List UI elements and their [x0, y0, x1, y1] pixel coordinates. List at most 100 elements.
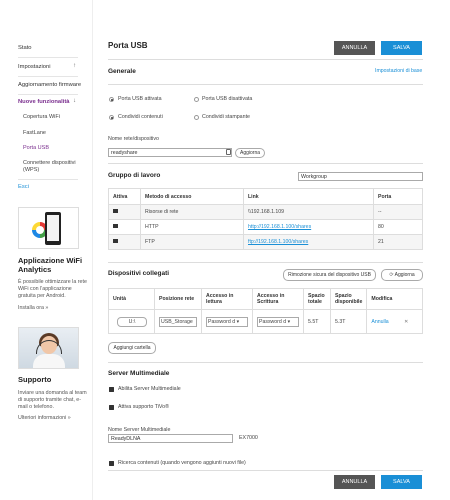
checkbox[interactable] — [113, 238, 118, 244]
rescan-label: Ricerca contenuti (quando vengono aggiun… — [118, 460, 246, 466]
chevron-up-icon[interactable]: ↑ — [73, 63, 76, 69]
write-access-select[interactable]: Password d ▾ — [257, 316, 299, 327]
network-location-input[interactable]: USB_Storage — [159, 316, 197, 327]
devices-section-title: Dispositivi collegati — [108, 270, 170, 277]
sidebar-subitem-wps[interactable]: Connettere dispositivi (WPS) — [23, 160, 85, 174]
access-link: \\192.168.1.109 — [243, 204, 374, 220]
keyboard-icon — [226, 149, 231, 155]
sidebar: Stato Impostazioni ↑ Aggiornamento firmw… — [0, 0, 93, 500]
column-header: Modifica — [366, 288, 423, 310]
access-port: 21 — [373, 234, 423, 250]
workgroup-table: Attiva Metodo di accesso Link Porta Riso… — [108, 188, 423, 250]
share-content-radio[interactable] — [109, 115, 114, 120]
read-access-value: Password d — [208, 318, 236, 325]
column-header: Porta — [373, 188, 423, 205]
divider — [108, 262, 423, 263]
divider — [18, 94, 78, 95]
access-port: 80 — [373, 219, 423, 235]
share-printer-label: Condividi stampante — [202, 114, 250, 120]
install-now-link[interactable]: Installa ora » — [18, 305, 90, 312]
divider — [108, 163, 423, 164]
access-method: HTTP — [140, 219, 244, 235]
page-title: Porta USB — [108, 41, 148, 50]
media-section-title: Server Multimediale — [108, 370, 170, 377]
checkbox[interactable] — [113, 208, 118, 214]
divider — [108, 59, 423, 60]
support-link[interactable]: Ulteriori informazioni » — [18, 415, 90, 422]
access-method: Risorse di rete — [140, 204, 244, 220]
checkbox-cell[interactable] — [108, 219, 141, 235]
sidebar-item-nuove-funzionalita[interactable]: Nuove funzionalità — [18, 99, 70, 105]
access-link[interactable]: http://192.168.1.100/shares — [243, 219, 374, 235]
access-link[interactable]: ftp://192.168.1.100/shares — [243, 234, 374, 250]
sidebar-item-firmware[interactable]: Aggiornamento firmware — [18, 82, 81, 88]
write-access-value: Password d — [259, 318, 287, 325]
table-row: U:\ USB_Storage Password d ▾ Password d … — [108, 309, 423, 334]
refresh-devices-button[interactable]: ⟳ Aggiorna — [381, 269, 423, 281]
write-access-cell: Password d ▾ — [252, 309, 304, 334]
save-button[interactable]: SALVA — [381, 41, 422, 55]
network-name-input[interactable]: readyshare — [108, 148, 232, 157]
rescan-checkbox[interactable] — [109, 461, 114, 466]
column-header: Spazio totale — [303, 288, 331, 310]
divider — [108, 470, 423, 471]
sidebar-subitem-copertura-wifi[interactable]: Copertura WiFi — [23, 114, 60, 120]
sidebar-subitem-fastlane[interactable]: FastLane — [23, 130, 46, 136]
usb-off-label: Porta USB disattivata — [202, 96, 253, 102]
column-header: Accesso in lettura — [201, 288, 253, 310]
usb-on-radio[interactable] — [109, 97, 114, 102]
save-button-bottom[interactable]: SALVA — [381, 475, 422, 489]
workgroup-input[interactable]: Workgroup — [298, 172, 423, 181]
divider — [18, 179, 78, 180]
access-port: -- — [373, 204, 423, 220]
checkbox-cell[interactable] — [108, 234, 141, 250]
server-name-input[interactable]: ReadyDLNA — [108, 434, 233, 443]
share-printer-radio[interactable] — [194, 115, 199, 120]
column-header: Link — [243, 188, 374, 205]
unit-cell: U:\ — [108, 309, 155, 334]
usb-off-radio[interactable] — [194, 97, 199, 102]
column-header: Posizione rete — [154, 288, 202, 310]
add-folder-button[interactable]: Aggiungi cartella — [108, 342, 156, 354]
divider — [108, 84, 423, 85]
table-row: FTP ftp://192.168.1.100/shares 21 — [108, 234, 423, 250]
tivo-support-checkbox[interactable] — [109, 405, 114, 410]
workgroup-section-title: Gruppo di lavoro — [108, 172, 161, 179]
basic-settings-link[interactable]: Impostazioni di base — [375, 68, 422, 74]
chevron-down-icon: ▾ — [236, 318, 240, 325]
safe-remove-button[interactable]: Rimozione sicura del dispositivo USB — [283, 269, 376, 281]
cancel-button[interactable]: ANNULLA — [334, 41, 375, 55]
edit-cell: Annulla ✕ — [366, 309, 423, 334]
table-row: Risorse di rete \\192.168.1.109 -- — [108, 204, 423, 220]
general-section-title: Generale — [108, 68, 136, 75]
unit-value: U:\ — [117, 316, 147, 327]
update-name-button[interactable]: Aggiorna — [235, 148, 265, 158]
support-text: Inviare una domanda al team di supporto … — [18, 390, 87, 410]
enable-media-server-checkbox[interactable] — [109, 387, 114, 392]
sidebar-item-esci[interactable]: Esci — [18, 184, 29, 190]
chevron-down-icon[interactable]: ↓ — [73, 98, 76, 104]
main-content: Porta USB ANNULLA SALVA Generale Imposta… — [108, 0, 423, 500]
sidebar-item-impostazioni[interactable]: Impostazioni — [18, 64, 51, 70]
divider — [18, 76, 78, 77]
enable-media-server-label: Abilita Server Multimediale — [118, 386, 181, 392]
phone-icon — [45, 212, 61, 245]
access-method: FTP — [140, 234, 244, 250]
column-header: Accesso in Scrittura — [252, 288, 304, 310]
total-space: 5.5T — [303, 309, 331, 334]
divider — [108, 362, 423, 363]
network-name-label: Nome rete/dispositivo — [108, 136, 159, 142]
read-access-select[interactable]: Password d ▾ — [206, 316, 248, 327]
edit-cancel-link[interactable]: Annulla — [371, 319, 388, 325]
checkbox[interactable] — [113, 223, 118, 229]
sidebar-subitem-porta-usb[interactable]: Porta USB — [23, 145, 49, 151]
sidebar-item-stato[interactable]: Stato — [18, 45, 32, 51]
column-header: Unità — [108, 288, 155, 310]
share-content-label: Condividi contenuti — [118, 114, 163, 120]
checkbox-cell[interactable] — [108, 204, 141, 220]
support-title: Supporto — [18, 375, 52, 384]
delete-icon[interactable]: ✕ — [404, 319, 408, 325]
column-header: Spazio disponibile — [329, 288, 368, 310]
divider — [18, 57, 78, 58]
cancel-button-bottom[interactable]: ANNULLA — [334, 475, 375, 489]
